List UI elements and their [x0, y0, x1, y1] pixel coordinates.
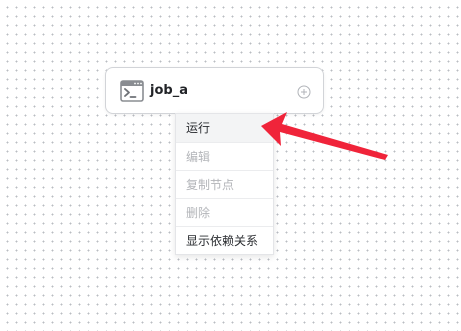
add-circle-icon[interactable] [297, 84, 311, 99]
arrow-head [261, 112, 388, 160]
menu-item-show-dependencies[interactable]: 显示依赖关系 [176, 226, 273, 254]
job-node[interactable]: job_a [105, 67, 324, 114]
node-label: job_a [150, 83, 188, 98]
dag-canvas[interactable]: job_a 运行 编辑 复制节点 删除 显示依赖关系 [0, 0, 461, 331]
menu-item-copy-node[interactable]: 复制节点 [176, 170, 273, 198]
terminal-icon [120, 80, 144, 102]
menu-item-delete[interactable]: 删除 [176, 198, 273, 226]
annotation-arrow [261, 112, 388, 160]
